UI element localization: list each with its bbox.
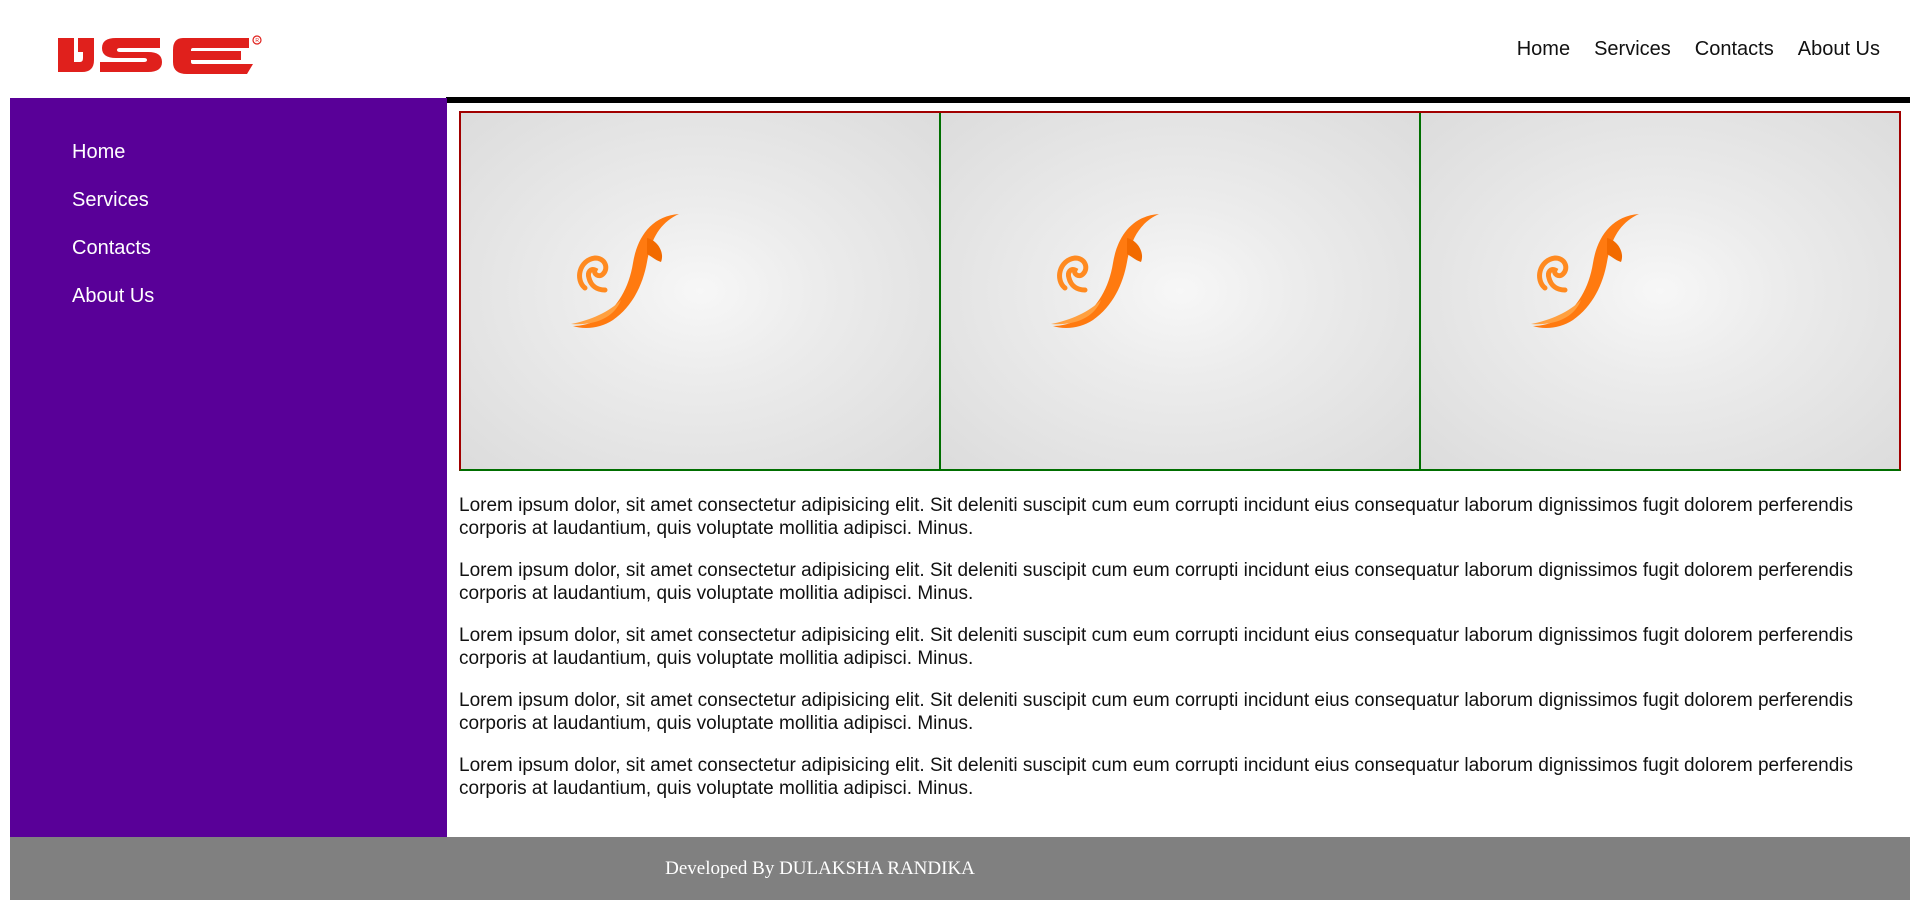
sidebar-link-contacts[interactable]: Contacts: [72, 237, 151, 259]
top-nav-home[interactable]: Home: [1517, 38, 1570, 61]
image-gallery: [459, 111, 1901, 471]
site-header: R Home Services Contacts About Us: [10, 0, 1910, 98]
sidebar: Home Services Contacts About Us: [10, 98, 447, 837]
header-divider: [446, 97, 1910, 103]
top-nav-about-us[interactable]: About Us: [1798, 38, 1880, 61]
gallery-panel: [461, 113, 939, 469]
orange-swirl-image: [571, 214, 679, 328]
sidebar-link-services[interactable]: Services: [72, 189, 149, 211]
main-content: Lorem ipsum dolor, sit amet consectetur …: [459, 494, 1859, 819]
content-paragraph: Lorem ipsum dolor, sit amet consectetur …: [459, 755, 1853, 799]
footer-credit: Developed By DULAKSHA RANDIKA: [665, 857, 975, 879]
content-paragraph: Lorem ipsum dolor, sit amet consectetur …: [459, 495, 1853, 539]
svg-text:R: R: [255, 38, 259, 44]
top-nav: Home Services Contacts About Us: [1493, 38, 1880, 61]
content-paragraph: Lorem ipsum dolor, sit amet consectetur …: [459, 560, 1853, 604]
content-paragraph: Lorem ipsum dolor, sit amet consectetur …: [459, 625, 1853, 669]
content-paragraph: Lorem ipsum dolor, sit amet consectetur …: [459, 690, 1853, 734]
site-footer: Developed By DULAKSHA RANDIKA: [10, 837, 1910, 900]
sidebar-item-services: Services: [72, 189, 154, 237]
orange-swirl-image: [1051, 214, 1159, 328]
gallery-panel: [939, 113, 1419, 469]
sidebar-item-home: Home: [72, 141, 154, 189]
gallery-panel: [1419, 113, 1899, 469]
top-nav-services[interactable]: Services: [1594, 38, 1671, 61]
sidebar-link-about-us[interactable]: About Us: [72, 285, 154, 307]
ijse-logo[interactable]: R: [48, 24, 298, 84]
sidebar-item-contacts: Contacts: [72, 237, 154, 285]
orange-swirl-image: [1531, 214, 1639, 328]
sidebar-item-about-us: About Us: [72, 285, 154, 333]
top-nav-contacts[interactable]: Contacts: [1695, 38, 1774, 61]
sidebar-menu: Home Services Contacts About Us: [72, 141, 154, 333]
ijse-logo-mark: R: [58, 35, 262, 74]
sidebar-link-home[interactable]: Home: [72, 141, 125, 163]
